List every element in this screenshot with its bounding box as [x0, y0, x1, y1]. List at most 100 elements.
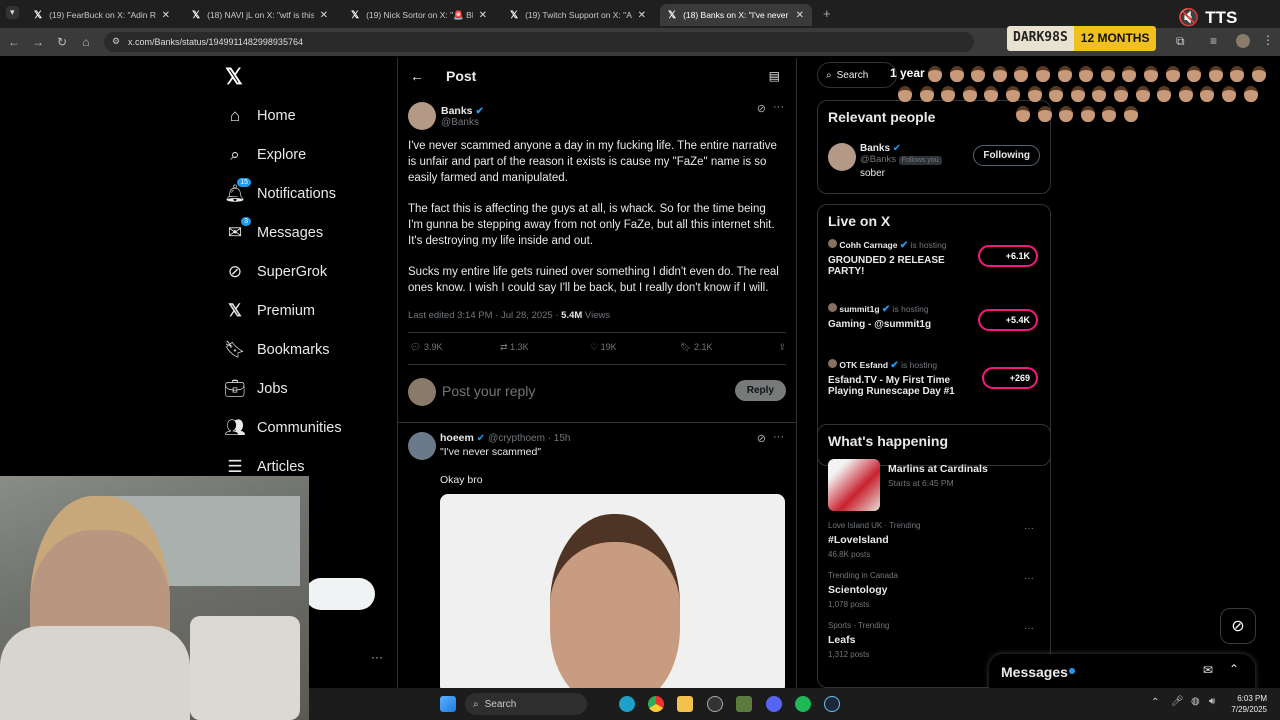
back-arrow-icon[interactable]: ← [410, 68, 424, 84]
reply-handle[interactable]: @crypthoem · 15h [488, 433, 570, 444]
taskbar-search[interactable]: ⌕ Search [465, 693, 587, 715]
reply-icon: 💬︎ [410, 342, 422, 352]
close-tab-icon[interactable]: ✕ [162, 10, 170, 21]
trend-more-icon[interactable]: ··· [1024, 523, 1034, 534]
trend-more-icon[interactable]: ··· [1024, 573, 1034, 584]
x-logo-icon: 𝕏 [510, 9, 519, 21]
author-handle[interactable]: @Banks [441, 117, 484, 128]
browser-tab[interactable]: 𝕏(19) Nick Sortor on X: "🚨 BREA✕ [343, 4, 495, 26]
post-more-icon[interactable]: ··· [773, 431, 784, 443]
author-name[interactable]: Banks [441, 105, 473, 117]
chrome-icon[interactable] [648, 696, 664, 712]
emote-face [1036, 66, 1050, 82]
sidebar-item-communities[interactable]: 👥︎ Communities [224, 418, 341, 438]
post-more-icon[interactable]: ··· [773, 101, 784, 113]
like-action[interactable]: ♡ 19K [590, 342, 617, 353]
live-item[interactable]: Cohh Carnage ✔ is hosting GROUNDED 2 REL… [828, 239, 1040, 293]
spotify-icon[interactable] [795, 696, 811, 712]
edge-icon[interactable] [619, 696, 635, 712]
reply-image[interactable] [440, 494, 785, 694]
browser-tab[interactable]: 𝕏(18) NAVI jL on X: "wtf is this 😭✕ [184, 4, 336, 26]
tab-list-chevron-icon[interactable]: ▾ [6, 6, 19, 19]
discord-icon[interactable] [766, 696, 782, 712]
network-icon[interactable]: ◍ [1191, 696, 1200, 707]
home-icon[interactable]: ⌂ [74, 35, 98, 49]
more-icon[interactable]: ··· [371, 650, 383, 664]
message-count-badge: 3 [241, 217, 251, 226]
browser-tab[interactable]: 𝕏 (19) Twitch Support on X: "A qu ✕ [502, 4, 654, 26]
emote-face [1200, 86, 1215, 102]
live-viewer-pill[interactable]: +5.4K [977, 309, 1038, 331]
emote-face [1057, 66, 1072, 82]
url-text: x.com/Banks/status/1949911482998935764 [128, 37, 303, 47]
sidebar-item-home[interactable]: ⌂ Home [225, 106, 296, 126]
browser-tab-active[interactable]: 𝕏(18) Banks on X: "I've never sca✕ [660, 4, 812, 26]
reply-button[interactable]: Reply [734, 380, 786, 401]
steam-icon[interactable] [824, 696, 840, 712]
avatar[interactable] [828, 143, 856, 171]
reply-author-name[interactable]: hoeem [440, 432, 474, 444]
reply-action[interactable]: 💬︎ 3.9K [410, 342, 442, 353]
live-item[interactable]: summit1g ✔ is hosting Gaming - @summit1g… [828, 303, 1040, 349]
relevant-name[interactable]: Banks [860, 143, 890, 154]
taskbar-clock[interactable]: 6:03 PM 7/29/2025 [1227, 693, 1267, 715]
event-item[interactable]: Marlins at Cardinals Starts at 6:45 PM [828, 459, 1040, 521]
new-message-icon[interactable]: ✉ [1203, 663, 1213, 677]
grok-icon[interactable]: ⊘ [757, 102, 766, 115]
close-tab-icon[interactable]: ✕ [320, 10, 328, 21]
sidebar-item-supergrok[interactable]: ⊘ SuperGrok [225, 262, 327, 282]
browser-tab[interactable]: 𝕏(19) FearBuck on X: "Adin Ross✕ [26, 4, 178, 26]
close-tab-icon[interactable]: ✕ [638, 10, 646, 21]
post-button[interactable] [305, 578, 375, 610]
bookmark-action[interactable]: 🔖︎ 2.1K [680, 342, 712, 353]
close-tab-icon[interactable]: ✕ [479, 10, 487, 21]
trend-item[interactable]: Love Island UK · Trending #LoveIsland 46… [828, 521, 1040, 559]
trend-item[interactable]: Trending in Canada Scientology 1,078 pos… [828, 571, 1040, 609]
streamer-webcam [0, 476, 309, 720]
reply-input[interactable]: Post your reply [442, 383, 535, 399]
url-bar[interactable]: ⚙ x.com/Banks/status/1949911482998935764 [104, 32, 974, 52]
trend-more-icon[interactable]: ··· [1024, 623, 1034, 634]
x-logo-icon[interactable]: 𝕏 [225, 64, 243, 90]
volume-icon[interactable]: 🔊︎ [1209, 696, 1215, 707]
close-tab-icon[interactable]: ✕ [796, 10, 804, 21]
obs-icon[interactable] [707, 696, 723, 712]
folder-icon[interactable] [677, 696, 693, 712]
sidebar-item-explore[interactable]: ⌕ Explore [225, 145, 306, 165]
x-logo-icon: 𝕏 [192, 9, 201, 21]
following-button[interactable]: Following [973, 145, 1040, 166]
relevant-handle[interactable]: @Banks [860, 154, 896, 165]
reload-icon[interactable]: ↻ [50, 35, 74, 49]
reader-view-icon[interactable]: ▤ [769, 69, 780, 83]
tray-chevron-icon[interactable]: ⌃ [1151, 697, 1159, 708]
sidebar-item-jobs[interactable]: 💼︎ Jobs [224, 379, 287, 399]
grok-icon[interactable]: ⊘ [757, 432, 766, 445]
mic-icon[interactable]: 🎤︎ [1171, 696, 1184, 707]
expand-icon[interactable]: ⌃ [1229, 662, 1239, 676]
forward-icon[interactable]: → [26, 35, 50, 49]
media-icon[interactable]: ≡ [1210, 34, 1217, 48]
live-item[interactable]: OTK Esfand ✔ is hosting Esfand.TV - My F… [828, 359, 1040, 411]
windows-start-icon[interactable] [440, 696, 456, 712]
search-box[interactable]: ⌕ Search [817, 62, 897, 88]
new-tab-icon[interactable]: + [823, 6, 831, 21]
extensions-icon[interactable]: ⧉ [1176, 34, 1185, 49]
live-viewer-pill[interactable]: +6.1K [977, 245, 1038, 267]
grok-floating-button[interactable]: ⊘ [1220, 608, 1256, 644]
sidebar-item-articles[interactable]: ☰ Articles [225, 457, 304, 477]
repost-action[interactable]: ⇄ 1.3K [500, 342, 529, 353]
sidebar-item-notifications[interactable]: 🔔︎ 15 Notifications [224, 178, 336, 204]
app-icon[interactable] [736, 696, 752, 712]
sidebar-item-bookmarks[interactable]: 🔖︎ Bookmarks [224, 340, 329, 360]
sidebar-item-premium[interactable]: 𝕏 Premium [225, 301, 315, 321]
profile-avatar[interactable] [1236, 34, 1250, 48]
share-icon[interactable]: ⇪ [778, 342, 786, 353]
menu-icon[interactable]: ⋮ [1262, 33, 1274, 47]
site-info-icon[interactable]: ⚙ [112, 36, 120, 47]
back-icon[interactable]: ← [2, 35, 26, 49]
avatar[interactable] [408, 102, 436, 130]
live-viewer-pill[interactable]: +269 [981, 367, 1038, 389]
avatar[interactable] [408, 432, 436, 460]
sidebar-item-messages[interactable]: ✉ 3 Messages [225, 217, 323, 243]
messages-drawer[interactable]: Messages ✉ ⌃ [989, 654, 1255, 690]
